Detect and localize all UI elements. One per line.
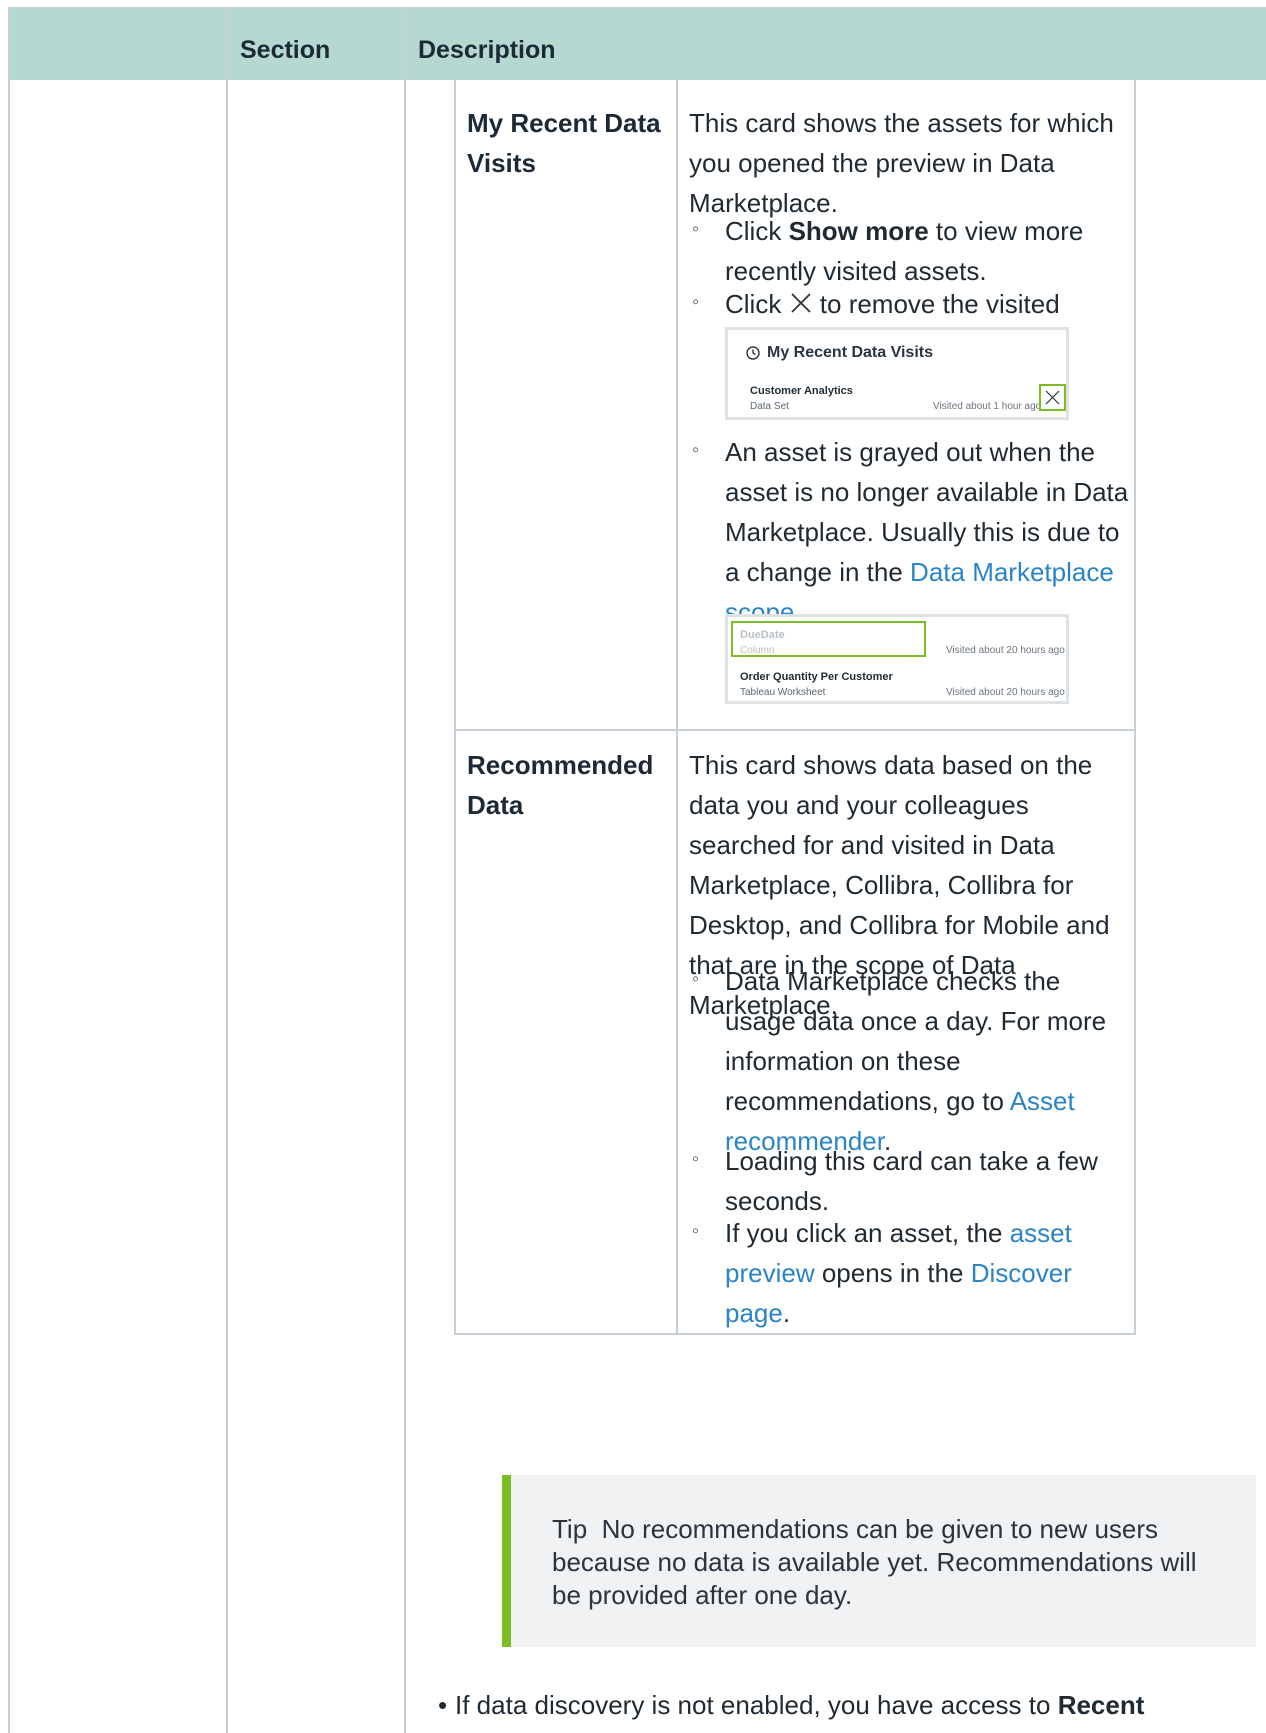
bullet-circle-icon: ◦	[692, 439, 700, 461]
screenshot-card-title: My Recent Data Visits	[767, 344, 933, 361]
grayed-asset-type: Column	[740, 645, 775, 656]
bullet-circle-icon: ◦	[692, 1148, 700, 1170]
bullet-dot-icon: •	[438, 1690, 448, 1720]
recent-visits-title: My Recent Data Visits	[467, 108, 661, 178]
table-header: Section Description	[8, 7, 1266, 80]
history-icon	[746, 346, 760, 360]
asset-time: Visited about 20 hours ago	[946, 687, 1065, 698]
grayed-asset-screenshot: DueDate Column Visited about 20 hours ag…	[725, 614, 1069, 704]
nested-table-right	[1134, 79, 1136, 1335]
grayed-asset-time: Visited about 20 hours ago	[946, 645, 1065, 656]
nested-table-left	[454, 79, 456, 1335]
header-section: Section	[240, 36, 331, 64]
nested-table-bottom	[454, 1333, 1136, 1335]
recommended-bullet-loading: ◦ Loading this card can take a few secon…	[692, 1141, 1130, 1221]
screenshot-asset-type: Data Set	[750, 401, 789, 412]
tip-label: Tip	[552, 1514, 588, 1544]
recent-visits-bullet-show-more: ◦ Click Show more to view more recently …	[692, 211, 1130, 291]
recent-visits-intro: This card shows the assets for which you…	[689, 108, 1114, 218]
header-description: Description	[418, 36, 556, 64]
bullet-circle-icon: ◦	[692, 968, 700, 990]
column-divider-2	[404, 7, 406, 1733]
bullet-circle-icon: ◦	[692, 1220, 700, 1242]
recent-visits-bullet-grayed: ◦ An asset is grayed out when the asset …	[692, 432, 1130, 632]
table-left-border	[8, 7, 10, 1733]
footer-bullet: • If data discovery is not enabled, you h…	[438, 1685, 1258, 1725]
recommended-bullet-click: ◦ If you click an asset, the asset previ…	[692, 1213, 1130, 1333]
show-more-label: Show more	[788, 216, 929, 246]
tip-text: Tip No recommendations can be given to n…	[552, 1514, 1197, 1610]
bullet-circle-icon: ◦	[692, 291, 700, 313]
grayed-asset-name: DueDate	[740, 629, 785, 641]
bullet-circle-icon: ◦	[692, 218, 700, 240]
nested-table-divider	[676, 79, 678, 1335]
column-divider-1	[226, 7, 228, 1733]
table-frame: Section Description My Recent Data Visit…	[0, 0, 1266, 1733]
close-icon	[790, 293, 811, 313]
asset-name: Order Quantity Per Customer	[740, 671, 893, 683]
tip-callout: Tip No recommendations can be given to n…	[502, 1475, 1256, 1647]
highlighted-remove-button[interactable]	[1039, 384, 1066, 411]
screenshot-visited-time: Visited about 1 hour ago	[933, 401, 1042, 412]
recommended-bullet-usage: ◦ Data Marketplace checks the usage data…	[692, 961, 1130, 1161]
screenshot-asset-name: Customer Analytics	[750, 385, 853, 397]
tip-accent-bar	[502, 1475, 511, 1647]
asset-type: Tableau Worksheet	[740, 687, 826, 698]
nested-table-row-divider	[454, 729, 1136, 731]
close-icon	[1045, 390, 1060, 405]
recent-visits-screenshot: My Recent Data Visits Customer Analytics…	[725, 327, 1069, 420]
recommended-title: Recommended Data	[467, 750, 654, 820]
